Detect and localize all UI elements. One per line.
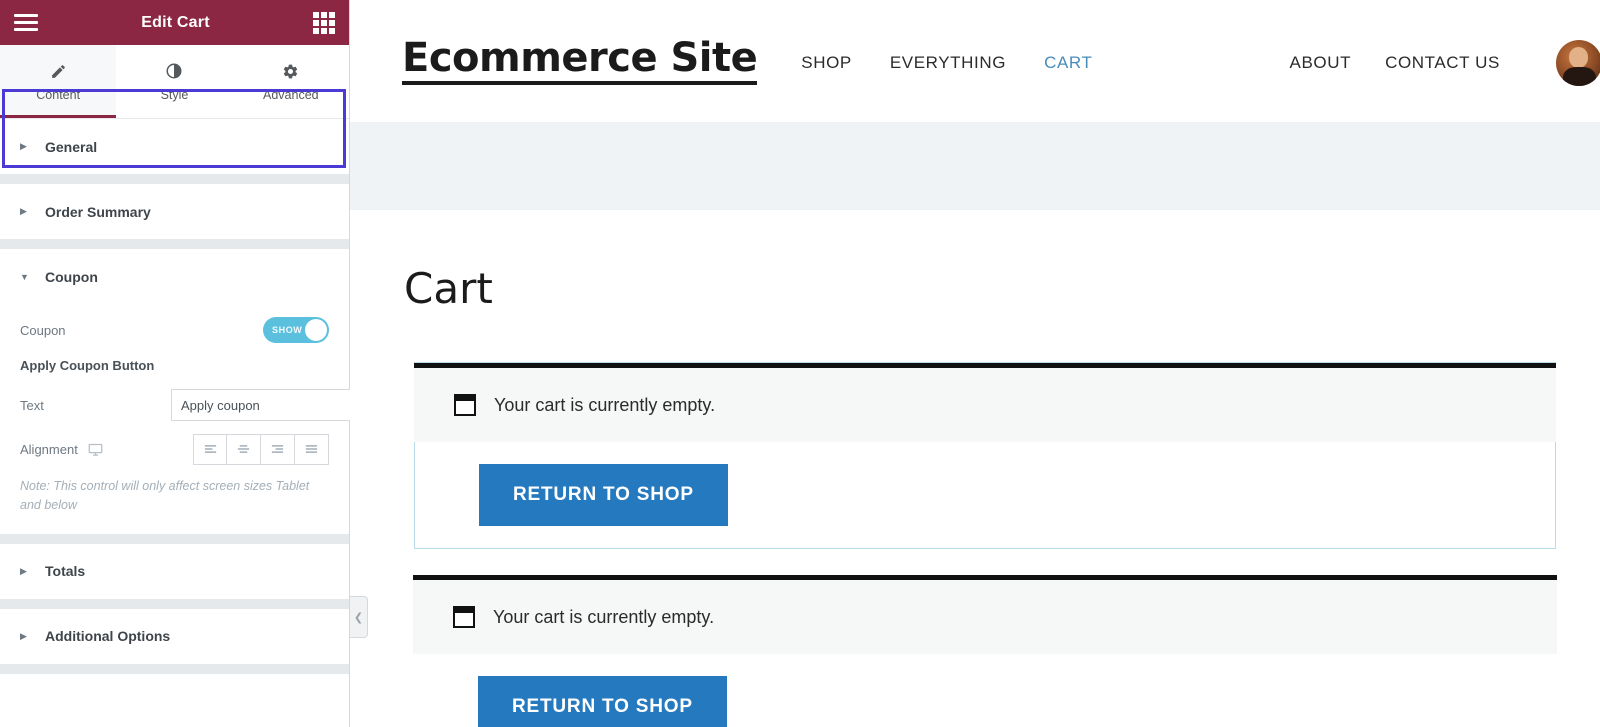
section-additional-options[interactable]: ▶ Additional Options [0, 608, 349, 664]
panel-header: Edit Cart [0, 0, 349, 45]
panel-tabs: Content Style Advanced [0, 45, 349, 119]
nav-link-everything[interactable]: EVERYTHING [890, 53, 1006, 73]
align-right-button[interactable] [261, 433, 295, 465]
cart-empty-notice-text: Your cart is currently empty. [494, 394, 716, 415]
section-totals[interactable]: ▶ Totals [0, 543, 349, 599]
alignment-label-text: Alignment [20, 441, 78, 457]
chevron-right-icon: ▶ [20, 630, 27, 641]
cart-widget-selected[interactable]: Your cart is currently empty. RETURN TO … [414, 362, 1556, 549]
return-to-shop-button[interactable]: RETURN TO SHOP [479, 464, 728, 526]
panel-tabs-wrap: Content Style Advanced [0, 45, 349, 168]
return-to-shop-row-second: RETURN TO SHOP [414, 654, 1556, 727]
section-general-label: General [45, 138, 98, 155]
panel-collapse-handle[interactable]: ❮ [350, 596, 368, 638]
coupon-text-input-group [171, 389, 382, 421]
section-divider [0, 533, 349, 544]
section-order-summary-label: Order Summary [45, 203, 151, 220]
section-general[interactable]: ▶ General [0, 119, 349, 174]
site-preview-canvas: Ecommerce Site SHOP EVERYTHING CART ABOU… [350, 0, 1600, 727]
chevron-left-icon: ❮ [353, 611, 364, 624]
tab-content-label: Content [36, 88, 81, 102]
elementor-panel: Edit Cart Content Style Advanced ▶ Gener… [0, 0, 382, 727]
gear-icon [282, 61, 299, 81]
nav-link-shop[interactable]: SHOP [801, 53, 852, 73]
section-divider [0, 663, 349, 674]
section-coupon-label: Coupon [45, 268, 98, 285]
coupon-alignment-label: Alignment [20, 442, 193, 457]
cart-empty-notice: Your cart is currently empty. [413, 575, 1557, 654]
section-divider [0, 174, 349, 184]
chevron-down-icon: ▼ [20, 271, 29, 282]
contrast-icon [165, 61, 183, 81]
section-order-summary[interactable]: ▶ Order Summary [0, 184, 349, 239]
desktop-monitor-icon[interactable] [88, 442, 103, 457]
section-coupon-body: Coupon SHOW Apply Coupon Button Text App… [0, 304, 382, 534]
cart-widget-second[interactable]: Your cart is currently empty. RETURN TO … [413, 575, 1557, 727]
secondary-navigation: ABOUT CONTACT US [1290, 40, 1600, 86]
align-left-button[interactable] [193, 433, 227, 465]
pencil-icon [50, 61, 67, 81]
nav-link-contact-us[interactable]: CONTACT US [1385, 53, 1500, 73]
apply-coupon-button-heading: Apply Coupon Button [20, 358, 155, 373]
chevron-right-icon: ▶ [20, 206, 27, 216]
page-title: Cart [404, 264, 493, 313]
control-coupon-alignment: Alignment [20, 427, 329, 471]
tab-advanced[interactable]: Advanced [232, 45, 349, 118]
coupon-text-label: Text [20, 397, 44, 413]
return-to-shop-row: RETURN TO SHOP [415, 442, 1555, 548]
site-header: Ecommerce Site SHOP EVERYTHING CART ABOU… [350, 0, 1600, 122]
alignment-note: Note: This control will only affect scre… [20, 479, 310, 513]
tab-advanced-label: Advanced [263, 88, 319, 102]
nav-link-about[interactable]: ABOUT [1290, 53, 1352, 73]
align-justify-button[interactable] [295, 433, 329, 465]
chevron-right-icon: ▶ [20, 565, 27, 576]
coupon-toggle-value: SHOW [272, 325, 303, 335]
section-additional-options-label: Additional Options [45, 628, 171, 645]
elementor-editor-screen: Edit Cart Content Style Advanced ▶ Gener… [0, 0, 1600, 727]
tab-style-label: Style [160, 88, 189, 102]
coupon-show-toggle[interactable]: SHOW [263, 317, 329, 343]
cart-page-content: Cart Your cart is currently empty. RETUR… [350, 210, 1600, 727]
coupon-text-input[interactable] [171, 389, 366, 421]
tab-style[interactable]: Style [116, 45, 233, 118]
header-accent-band [350, 122, 1600, 210]
coupon-toggle-label: Coupon [20, 322, 66, 338]
primary-navigation: SHOP EVERYTHING CART [801, 53, 1092, 73]
section-coupon[interactable]: ▼ Coupon [0, 249, 349, 304]
notice-box-icon [453, 606, 475, 628]
band-inner [350, 122, 1600, 210]
chevron-right-icon: ▶ [20, 141, 27, 151]
apps-grid-icon[interactable] [313, 11, 335, 34]
section-divider [0, 239, 349, 249]
control-coupon-text: Text [20, 383, 382, 427]
control-coupon-toggle: Coupon SHOW [20, 308, 329, 352]
hamburger-menu-icon[interactable] [14, 14, 38, 31]
section-divider [0, 598, 349, 609]
toggle-knob [305, 319, 327, 341]
panel-title: Edit Cart [141, 13, 210, 31]
notice-box-icon [454, 394, 476, 416]
user-avatar[interactable] [1556, 40, 1600, 86]
site-title[interactable]: Ecommerce Site [402, 37, 758, 85]
section-totals-label: Totals [45, 563, 86, 580]
align-center-button[interactable] [227, 433, 261, 465]
nav-link-cart[interactable]: CART [1044, 53, 1092, 73]
alignment-button-group [193, 433, 329, 465]
return-to-shop-button-second[interactable]: RETURN TO SHOP [478, 676, 727, 727]
cart-empty-notice: Your cart is currently empty. [414, 363, 1556, 442]
cart-empty-notice-text: Your cart is currently empty. [493, 606, 715, 627]
tab-content[interactable]: Content [0, 45, 117, 118]
